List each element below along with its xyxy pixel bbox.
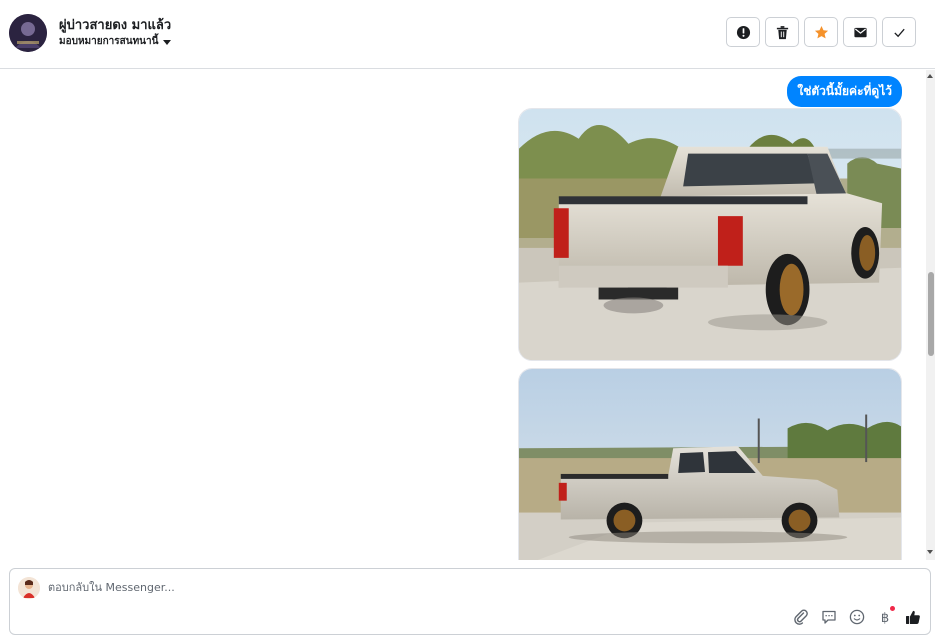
checkmark-icon — [893, 28, 905, 37]
emoji-icon[interactable] — [848, 608, 866, 626]
saved-reply-icon[interactable] — [820, 608, 838, 626]
like-icon[interactable] — [904, 608, 922, 626]
header-actions — [726, 17, 916, 47]
caret-down-icon — [163, 39, 172, 45]
photo-attachment[interactable]: ผล 517 — [518, 108, 902, 361]
assign-label: มอบหมายการสนทนานี้ — [59, 36, 159, 47]
photo-attachment[interactable] — [518, 368, 902, 560]
message-bubble[interactable]: ใช่ตัวนี้มั้ยค่ะที่ดูไว้ — [787, 76, 902, 107]
page-avatar — [18, 577, 40, 599]
assign-conversation-dropdown[interactable]: มอบหมายการสนทนานี้ — [59, 34, 172, 49]
delete-button[interactable] — [765, 17, 799, 47]
notification-dot — [890, 606, 895, 611]
scroll-down-icon[interactable] — [927, 550, 933, 554]
scroll-thumb[interactable] — [928, 272, 934, 356]
scroll-up-icon[interactable] — [927, 74, 933, 78]
truck-side-photo — [519, 369, 901, 560]
truck-rear-photo: ผล 517 — [519, 109, 901, 360]
inbox-conversation: ผู่บ่าวสายดง มาแล้ว มอบหมายการสนทนานี้ ใ… — [0, 0, 935, 642]
star-button[interactable] — [804, 17, 838, 47]
thread-scrollbar[interactable] — [926, 70, 935, 560]
contact-name[interactable]: ผู่บ่าวสายดง มาแล้ว — [59, 14, 171, 35]
mark-done-button[interactable] — [882, 17, 916, 47]
trash-icon — [776, 25, 788, 39]
conversation-header: ผู่บ่าวสายดง มาแล้ว มอบหมายการสนทนานี้ — [0, 0, 935, 69]
mark-unread-button[interactable] — [843, 17, 877, 47]
reply-composer: ฿ — [9, 568, 931, 635]
alert-circle-icon — [736, 25, 750, 39]
report-button[interactable] — [726, 17, 760, 47]
envelope-icon — [853, 27, 867, 37]
attachment-icon[interactable] — [792, 608, 810, 626]
message-thread[interactable]: ใช่ตัวนี้มั้ยค่ะที่ดูไว้ — [0, 70, 935, 560]
composer-tools: ฿ — [792, 606, 922, 626]
svg-text:฿: ฿ — [881, 611, 889, 625]
reply-input[interactable] — [48, 581, 748, 594]
contact-avatar[interactable] — [9, 14, 47, 52]
star-icon — [814, 25, 828, 38]
baht-payment-icon[interactable]: ฿ — [876, 606, 895, 626]
